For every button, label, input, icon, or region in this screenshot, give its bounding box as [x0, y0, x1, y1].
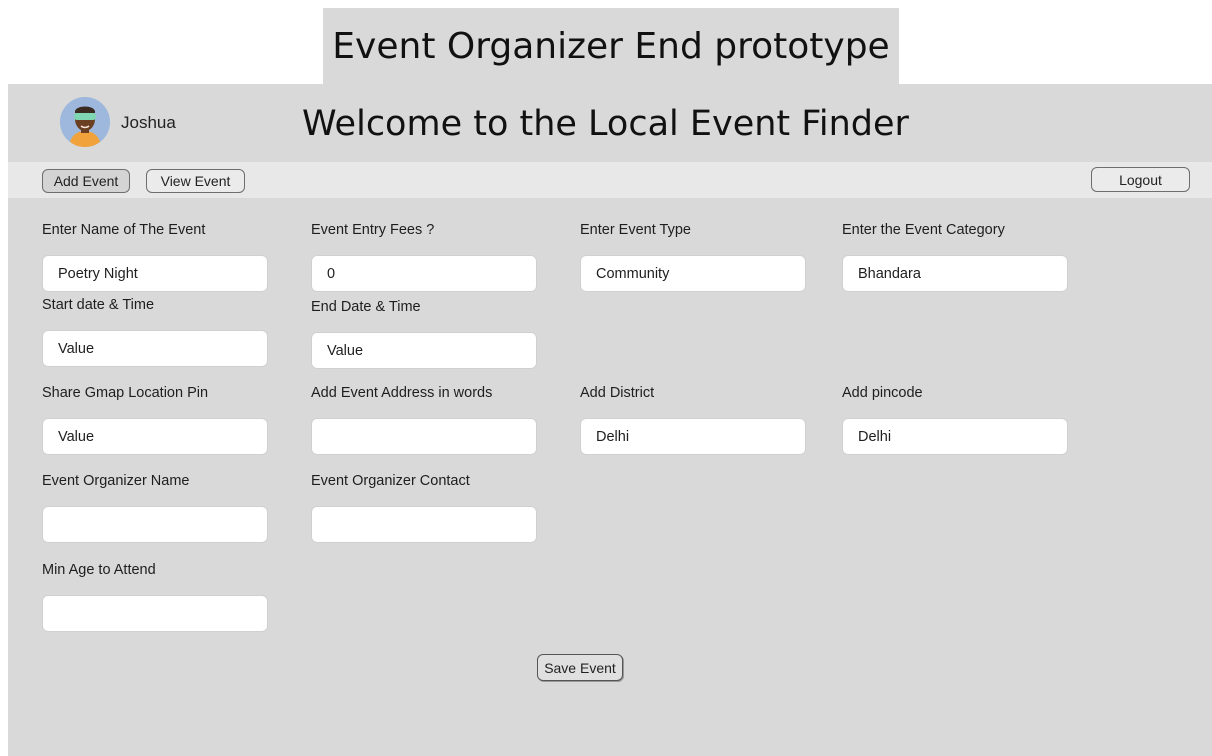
pincode-field: Add pincode Delhi: [842, 385, 1068, 455]
header: Joshua Welcome to the Local Event Finder: [8, 84, 1212, 162]
organizer-name-label: Event Organizer Name: [42, 473, 190, 489]
min-age-field: Min Age to Attend: [42, 562, 268, 632]
event-category-field: Enter the Event Category Bhandara: [842, 222, 1068, 292]
event-category-input[interactable]: Bhandara: [842, 255, 1068, 292]
avatar-icon: [60, 97, 110, 147]
organizer-name-field: Event Organizer Name: [42, 473, 268, 543]
end-datetime-input[interactable]: Value: [311, 332, 537, 369]
logout-button[interactable]: Logout: [1091, 167, 1190, 192]
entry-fees-field: Event Entry Fees ? 0: [311, 222, 537, 292]
start-datetime-label: Start date & Time: [42, 297, 155, 313]
end-datetime-label: End Date & Time: [311, 299, 421, 315]
min-age-label: Min Age to Attend: [42, 562, 156, 578]
event-type-label: Enter Event Type: [580, 222, 691, 238]
organizer-contact-field: Event Organizer Contact: [311, 473, 537, 543]
prototype-title: Event Organizer End prototype: [323, 8, 899, 84]
app-frame: Joshua Welcome to the Local Event Finder…: [8, 84, 1212, 756]
user-avatar[interactable]: [60, 97, 110, 147]
username: Joshua: [121, 113, 176, 132]
start-datetime-field: Start date & Time Value: [42, 297, 268, 367]
organizer-contact-input[interactable]: [311, 506, 537, 543]
gmap-pin-label: Share Gmap Location Pin: [42, 385, 209, 401]
address-input[interactable]: [311, 418, 537, 455]
view-event-button[interactable]: View Event: [146, 169, 245, 193]
district-field: Add District Delhi: [580, 385, 806, 455]
district-input[interactable]: Delhi: [580, 418, 806, 455]
add-event-button[interactable]: Add Event: [42, 169, 130, 193]
end-datetime-field: End Date & Time Value: [311, 299, 537, 369]
pincode-input[interactable]: Delhi: [842, 418, 1068, 455]
event-name-field: Enter Name of The Event Poetry Night: [42, 222, 268, 292]
address-field: Add Event Address in words: [311, 385, 537, 455]
save-event-button[interactable]: Save Event: [537, 654, 623, 681]
event-name-input[interactable]: Poetry Night: [42, 255, 268, 292]
event-category-label: Enter the Event Category: [842, 222, 1005, 238]
event-type-field: Enter Event Type Community: [580, 222, 806, 292]
address-label: Add Event Address in words: [311, 385, 493, 401]
page-title: Welcome to the Local Event Finder: [302, 104, 909, 144]
gmap-pin-field: Share Gmap Location Pin Value: [42, 385, 268, 455]
event-type-input[interactable]: Community: [580, 255, 806, 292]
organizer-name-input[interactable]: [42, 506, 268, 543]
organizer-contact-label: Event Organizer Contact: [311, 473, 470, 489]
district-label: Add District: [580, 385, 655, 401]
entry-fees-input[interactable]: 0: [311, 255, 537, 292]
start-datetime-input[interactable]: Value: [42, 330, 268, 367]
navbar: Add Event View Event Logout: [8, 162, 1212, 198]
gmap-pin-input[interactable]: Value: [42, 418, 268, 455]
event-name-label: Enter Name of The Event: [42, 222, 206, 238]
min-age-input[interactable]: [42, 595, 268, 632]
pincode-label: Add pincode: [842, 385, 923, 401]
entry-fees-label: Event Entry Fees ?: [311, 222, 435, 238]
